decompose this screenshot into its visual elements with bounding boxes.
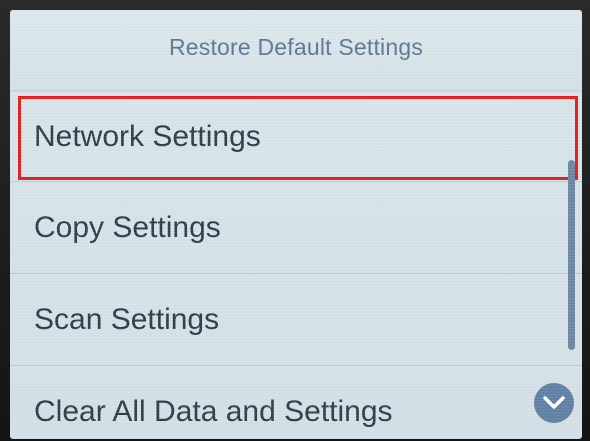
menu-item-copy-settings[interactable]: Copy Settings	[10, 182, 582, 274]
scroll-down-button[interactable]	[534, 383, 574, 423]
scrollbar-thumb[interactable]	[568, 160, 575, 350]
device-bezel: Restore Default Settings Network Setting…	[0, 0, 590, 441]
menu-item-scan-settings[interactable]: Scan Settings	[10, 274, 582, 366]
menu-item-network-settings[interactable]: Network Settings	[10, 90, 582, 182]
menu-item-label: Copy Settings	[34, 210, 221, 244]
chevron-down-icon	[543, 396, 565, 409]
scrollbar[interactable]	[568, 160, 576, 360]
settings-menu-list: Network Settings Copy Settings Scan Sett…	[10, 90, 582, 439]
menu-item-label: Clear All Data and Settings	[34, 395, 393, 428]
menu-item-label: Network Settings	[34, 119, 261, 153]
menu-item-label: Scan Settings	[34, 302, 220, 336]
title-bar: Restore Default Settings	[10, 10, 582, 90]
page-title: Restore Default Settings	[168, 33, 424, 60]
lcd-screen: Restore Default Settings Network Setting…	[10, 10, 582, 439]
menu-item-clear-all-data[interactable]: Clear All Data and Settings	[10, 366, 582, 439]
